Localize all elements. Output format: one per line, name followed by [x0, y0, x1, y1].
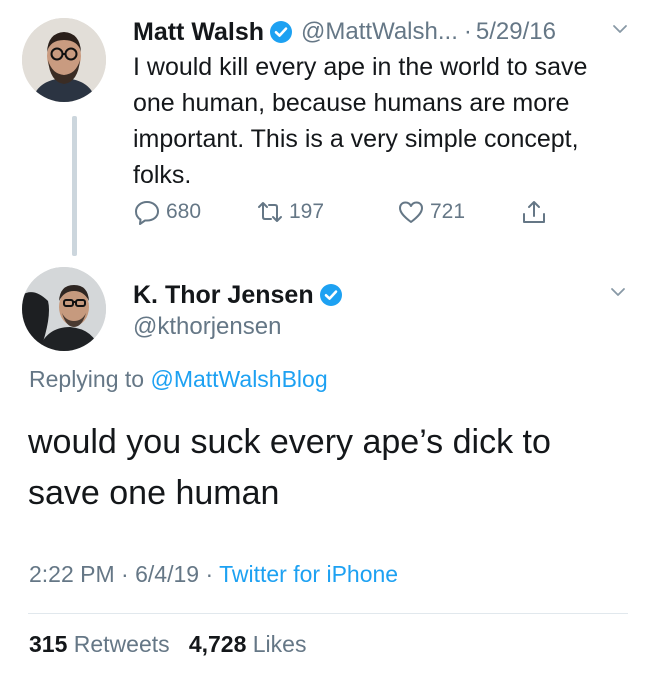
tweet-date[interactable]: 6/4/19: [135, 561, 199, 587]
like-button[interactable]: 721: [397, 197, 465, 227]
parent-tweet-header: Matt Walsh @MattWalsh... · 5/29/16: [133, 15, 556, 49]
tweet-time[interactable]: 2:22 PM: [29, 561, 115, 587]
chevron-down-icon[interactable]: [610, 285, 626, 299]
engagement-stats: 315 Retweets 4,728 Likes: [29, 631, 306, 658]
parent-meta-separator: ·: [463, 18, 472, 45]
likes-label: Likes: [252, 631, 307, 657]
likes-stat[interactable]: 4,728 Likes: [189, 631, 307, 657]
divider: [28, 613, 628, 614]
retweet-count: 197: [289, 200, 325, 223]
heart-icon: [399, 201, 423, 223]
k-thor-jensen-avatar[interactable]: [22, 267, 106, 351]
retweet-button[interactable]: 197: [256, 197, 324, 227]
verified-badge-icon: [319, 284, 342, 306]
retweets-stat[interactable]: 315 Retweets: [29, 631, 170, 657]
main-author-name[interactable]: K. Thor Jensen: [133, 281, 314, 310]
parent-tweet-date[interactable]: 5/29/16: [476, 18, 556, 46]
retweets-label: Retweets: [73, 631, 170, 657]
retweets-value: 315: [29, 631, 68, 657]
like-count: 721: [430, 200, 466, 223]
main-tweet-text: would you suck every ape’s dick to save …: [28, 423, 551, 512]
replying-to-link[interactable]: @MattWalshBlog: [150, 366, 327, 392]
likes-value: 4,728: [188, 631, 247, 657]
matt-walsh-avatar[interactable]: [22, 18, 106, 102]
avatar-photo-icon: [22, 18, 106, 102]
reply-count: 680: [166, 200, 202, 223]
parent-author-handle[interactable]: @MattWalsh...: [301, 18, 458, 46]
verified-badge-icon: [270, 21, 293, 43]
parent-tweet-text: I would kill every ape in the world to s…: [133, 53, 588, 189]
parent-author-name[interactable]: Matt Walsh: [133, 18, 264, 47]
meta-separator: ·: [121, 561, 129, 587]
main-tweet-author-row: K. Thor Jensen: [133, 278, 343, 312]
main-author-handle[interactable]: @kthorjensen: [133, 313, 281, 341]
retweet-icon: [258, 202, 282, 222]
main-tweet-meta: 2:22 PM · 6/4/19 · Twitter for iPhone: [29, 561, 398, 588]
reply-button[interactable]: 680: [133, 197, 201, 227]
tweet-source-link[interactable]: Twitter for iPhone: [219, 561, 398, 587]
replying-to-prefix: Replying to: [29, 366, 151, 392]
share-button[interactable]: [520, 197, 548, 227]
share-icon: [523, 201, 545, 223]
avatar-photo-icon: [22, 267, 106, 351]
reply-icon: [135, 201, 159, 225]
chevron-down-icon[interactable]: [612, 22, 628, 36]
meta-separator: ·: [205, 561, 214, 587]
replying-to-line: Replying to @MattWalshBlog: [29, 366, 328, 393]
thread-connector-line: [72, 116, 77, 256]
